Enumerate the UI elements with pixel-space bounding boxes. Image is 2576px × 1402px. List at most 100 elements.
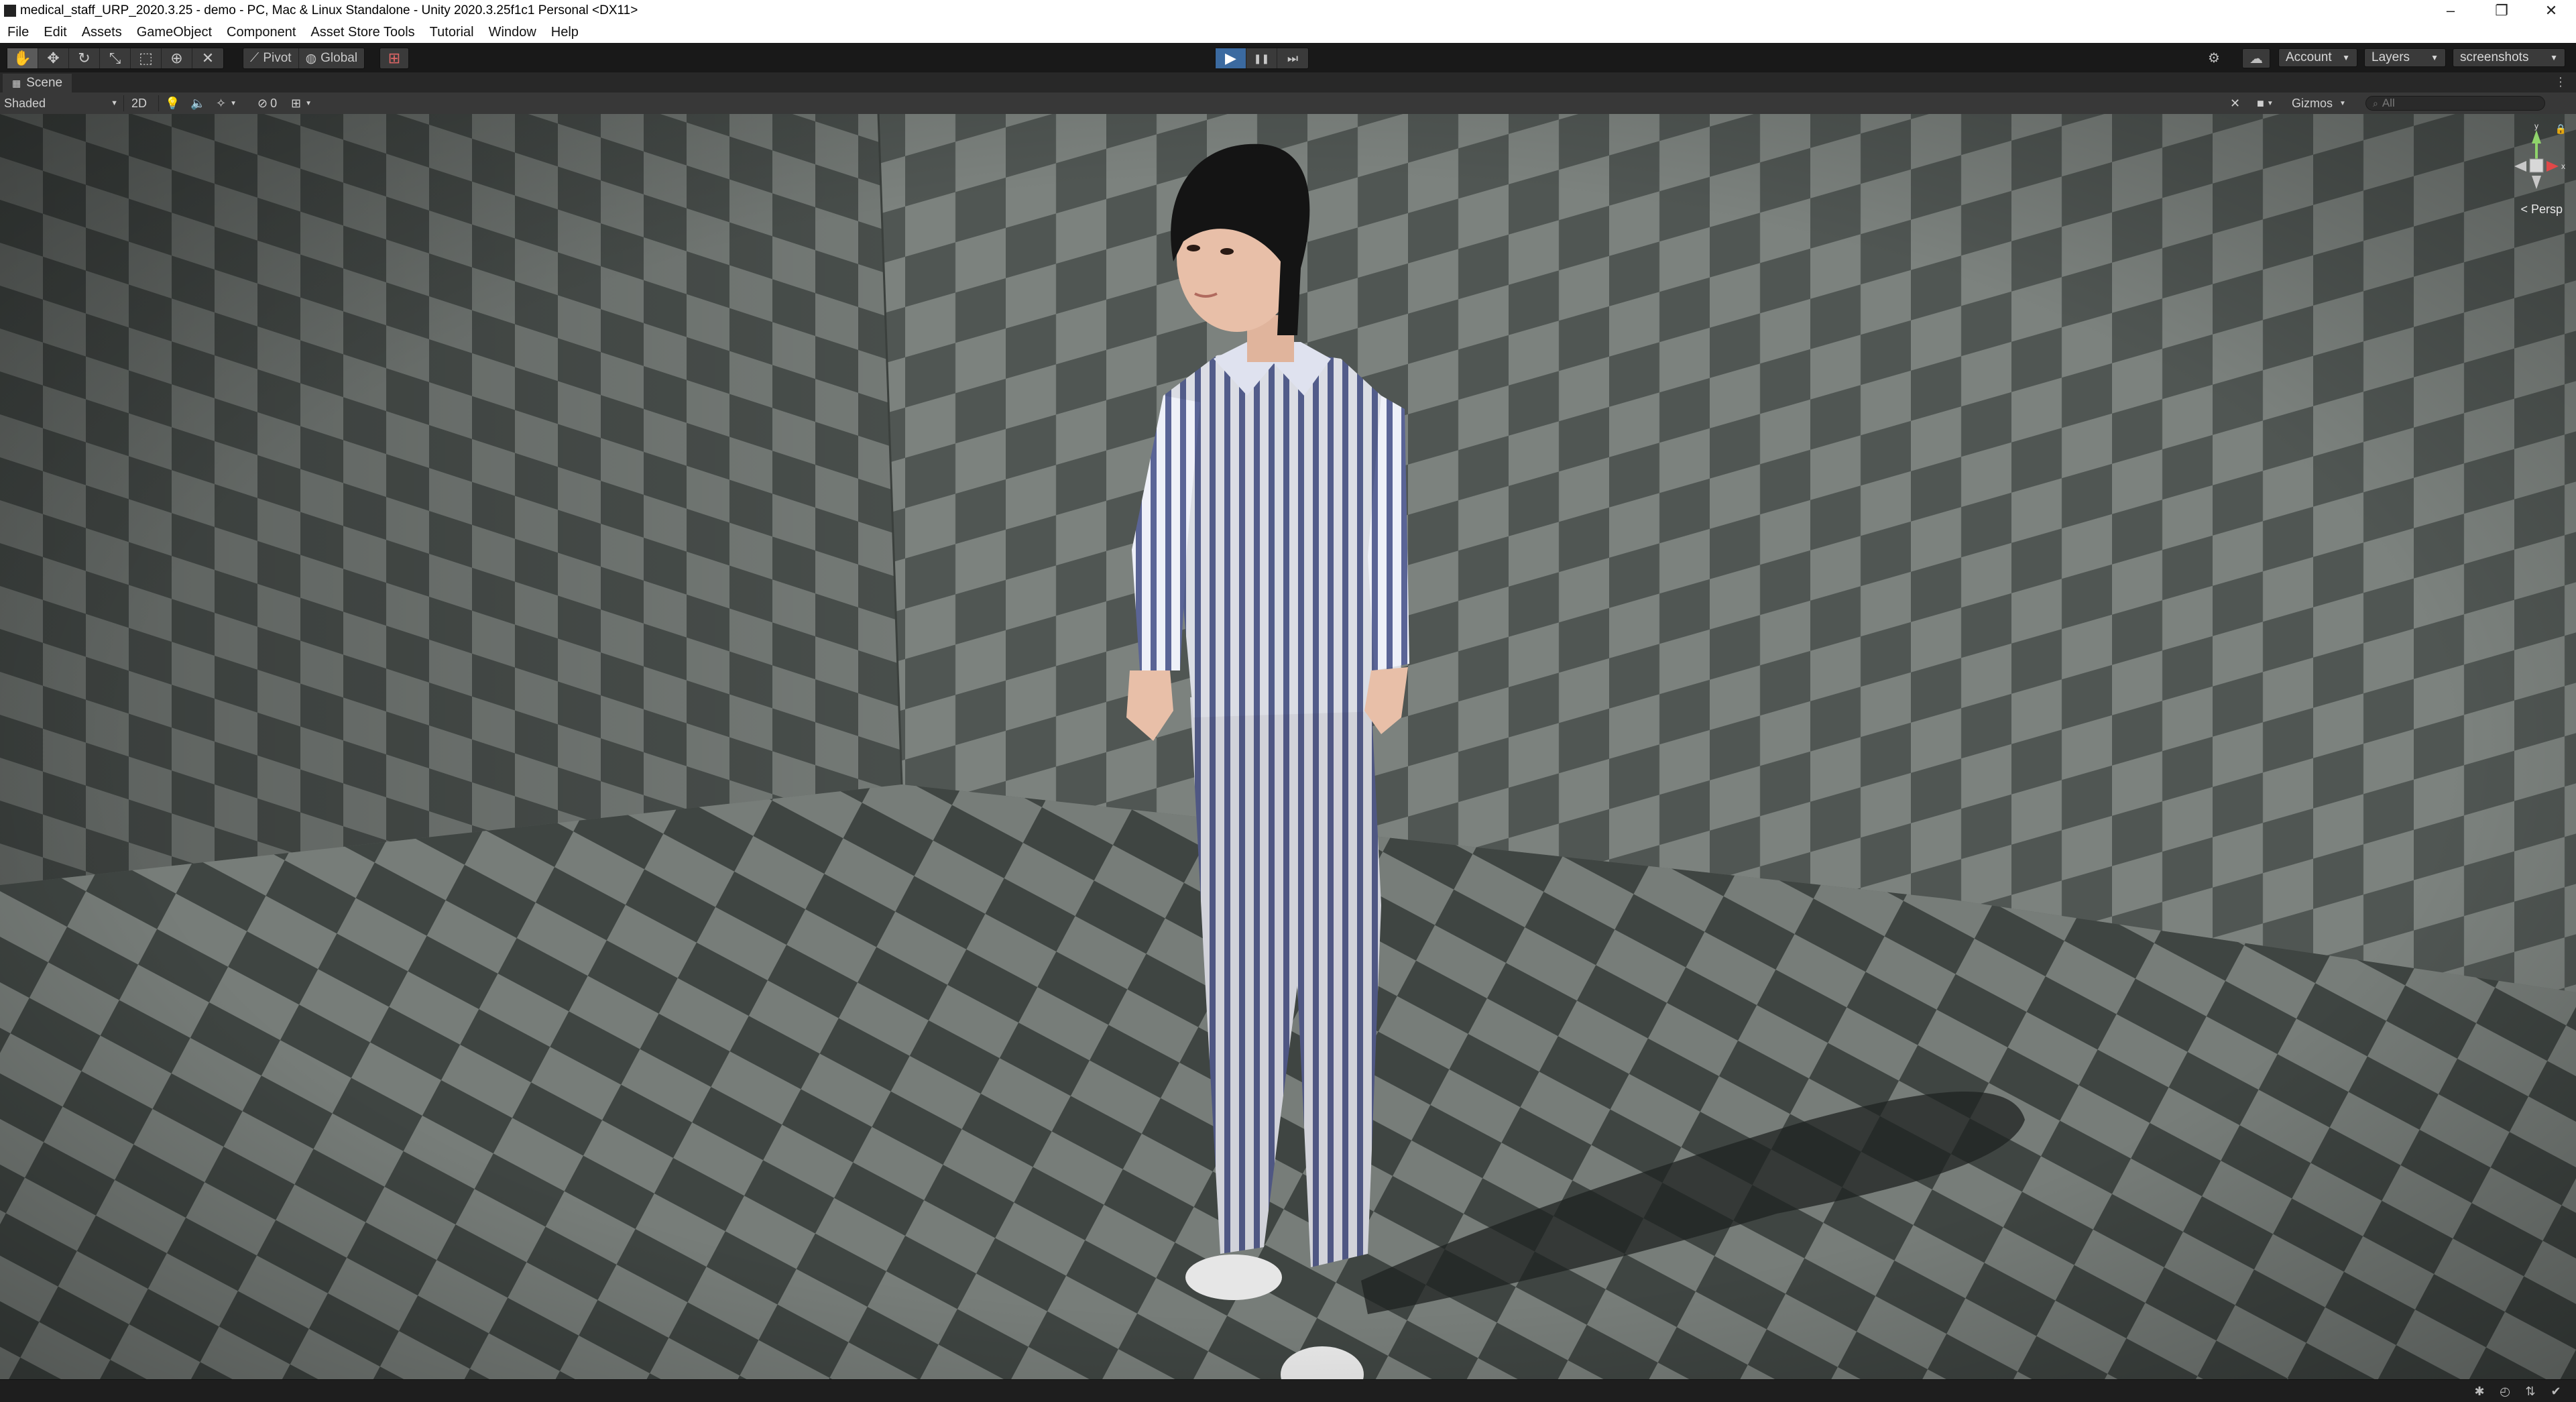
draw-mode-label: Shaded: [4, 96, 46, 110]
gizmos-label: Gizmos: [2292, 96, 2333, 110]
transform-icon: ⊕: [170, 50, 183, 66]
scene-tab-strip: ▦ Scene ⋮: [0, 72, 2576, 93]
progress-icon[interactable]: ◴: [2497, 1384, 2513, 1399]
draw-mode-dropdown[interactable]: Shaded ▼: [4, 95, 118, 111]
projection-toggle[interactable]: < Persp: [2520, 202, 2563, 217]
status-bar: ✱ ◴ ⇅ ✔: [0, 1379, 2576, 1402]
effects-icon: ✧: [216, 96, 227, 110]
grid-snap-button[interactable]: ⊞: [380, 48, 408, 68]
scene-render: [0, 114, 2576, 1379]
scale-icon: ⤡: [109, 50, 121, 66]
effects-dropdown[interactable]: ✧ ▼: [216, 95, 237, 111]
menu-assets[interactable]: Assets: [74, 25, 129, 40]
grid-dropdown[interactable]: ⊞ ▼: [291, 95, 312, 111]
layers-dropdown[interactable]: Layers ▼: [2364, 48, 2446, 67]
gizmos-dropdown[interactable]: Gizmos ▼: [2292, 95, 2346, 111]
play-button[interactable]: ▶: [1216, 48, 1246, 68]
lock-icon[interactable]: 🔒: [2555, 123, 2567, 135]
handle-position-group: ⟋ Pivot ◍ Global: [243, 48, 365, 69]
collab-button[interactable]: ⚙: [2201, 48, 2227, 67]
gizmo-x-label: x: [2561, 162, 2565, 171]
search-placeholder: All: [2382, 97, 2395, 109]
transform-tool-button[interactable]: ⊕: [162, 48, 192, 68]
pivot-label: Pivot: [263, 51, 292, 65]
account-label: Account: [2286, 50, 2332, 64]
tools-icon: ✕: [2230, 96, 2241, 110]
rect-icon: ⬚: [139, 50, 153, 66]
collab-icon: ⚙: [2208, 50, 2220, 66]
menu-asset-store-tools[interactable]: Asset Store Tools: [303, 25, 422, 40]
axis-gizmo-icon: y x: [2514, 122, 2565, 189]
gizmo-y-label: y: [2534, 122, 2538, 131]
camera-dropdown[interactable]: ■ ▼: [2257, 95, 2274, 111]
transform-tools: ✋ ✥ ↻ ⤡ ⬚ ⊕ ✕: [7, 48, 224, 69]
cloud-icon: ☁: [2249, 51, 2263, 66]
hand-tool-button[interactable]: ✋: [7, 48, 38, 68]
pivot-icon: ⟋: [250, 51, 259, 65]
layout-dropdown[interactable]: screenshots ▼: [2453, 48, 2565, 67]
custom-tool-button[interactable]: ✕: [192, 48, 223, 68]
scene-icon: ▦: [12, 77, 21, 89]
menu-window[interactable]: Window: [481, 25, 544, 40]
pivot-toggle[interactable]: ⟋ Pivot: [243, 48, 299, 68]
scene-search-input[interactable]: ⌕ All: [2365, 96, 2545, 111]
network-icon[interactable]: ⇅: [2522, 1384, 2538, 1399]
chevron-down-icon: ▼: [2550, 53, 2558, 62]
scene-viewport[interactable]: y x 🔒 < Persp: [0, 114, 2576, 1379]
restore-button[interactable]: ❐: [2478, 0, 2525, 21]
audio-toggle[interactable]: 🔈: [190, 95, 205, 111]
playmode-controls: ▶ ❚❚ ⏭: [1215, 48, 1309, 69]
2d-toggle[interactable]: 2D: [131, 95, 147, 111]
tools-button[interactable]: ✕: [2230, 95, 2240, 111]
account-dropdown[interactable]: Account ▼: [2278, 48, 2357, 67]
chevron-down-icon: ▼: [111, 99, 118, 107]
cloud-button[interactable]: ☁: [2242, 48, 2270, 68]
layers-label: Layers: [2372, 50, 2410, 64]
globe-icon: ◍: [305, 51, 317, 66]
check-icon[interactable]: ✔: [2548, 1384, 2564, 1399]
bug-icon[interactable]: ✱: [2471, 1384, 2487, 1399]
grid-icon: ⊞: [291, 96, 302, 110]
play-icon: ▶: [1225, 50, 1236, 66]
menu-file[interactable]: File: [0, 25, 36, 40]
minimize-button[interactable]: –: [2427, 0, 2474, 21]
menu-gameobject[interactable]: GameObject: [129, 25, 219, 40]
grid-snap-group: ⊞: [379, 48, 409, 69]
pause-button[interactable]: ❚❚: [1246, 48, 1277, 68]
move-icon: ✥: [47, 50, 60, 66]
menu-help[interactable]: Help: [544, 25, 586, 40]
kebab-menu-icon[interactable]: ⋮: [2555, 75, 2567, 89]
chevron-down-icon: ▼: [2266, 99, 2274, 107]
scale-tool-button[interactable]: ⤡: [100, 48, 131, 68]
grid-snap-icon: ⊞: [388, 50, 401, 66]
close-button[interactable]: ✕: [2528, 0, 2575, 21]
menu-bar: File Edit Assets GameObject Component As…: [0, 21, 2576, 43]
scene-tab-label: Scene: [26, 76, 63, 90]
tab-scene[interactable]: ▦ Scene: [3, 74, 72, 93]
window-title: medical_staff_URP_2020.3.25 - demo - PC,…: [20, 3, 638, 17]
menu-component[interactable]: Component: [219, 25, 303, 40]
menu-edit[interactable]: Edit: [36, 25, 74, 40]
pause-icon: ❚❚: [1253, 52, 1270, 64]
title-bar: medical_staff_URP_2020.3.25 - demo - PC,…: [0, 0, 2576, 21]
step-button[interactable]: ⏭: [1277, 48, 1308, 68]
unity-logo-icon: [4, 5, 16, 17]
move-tool-button[interactable]: ✥: [38, 48, 69, 68]
hidden-objects-toggle[interactable]: ⊘ 0: [257, 95, 277, 111]
lighting-toggle[interactable]: 💡: [165, 95, 180, 111]
lightbulb-icon: 💡: [165, 96, 180, 110]
chevron-down-icon: ▼: [2342, 53, 2350, 62]
global-toggle[interactable]: ◍ Global: [299, 48, 365, 68]
menu-tutorial[interactable]: Tutorial: [422, 25, 481, 40]
chevron-down-icon: ▼: [2431, 53, 2439, 62]
step-icon: ⏭: [1287, 51, 1299, 65]
chevron-down-icon: ▼: [305, 99, 312, 107]
chevron-down-icon: ▼: [2339, 99, 2346, 107]
main-toolbar: ✋ ✥ ↻ ⤡ ⬚ ⊕ ✕ ⟋ Pivot ◍ Global ⊞ ▶ ❚❚ ⏭ …: [0, 43, 2576, 72]
rect-tool-button[interactable]: ⬚: [131, 48, 162, 68]
rotate-tool-button[interactable]: ↻: [69, 48, 100, 68]
search-icon: ⌕: [2373, 97, 2378, 109]
hidden-count: 0: [270, 96, 278, 110]
hand-icon: ✋: [13, 50, 32, 66]
eye-slash-icon: ⊘: [257, 96, 268, 110]
